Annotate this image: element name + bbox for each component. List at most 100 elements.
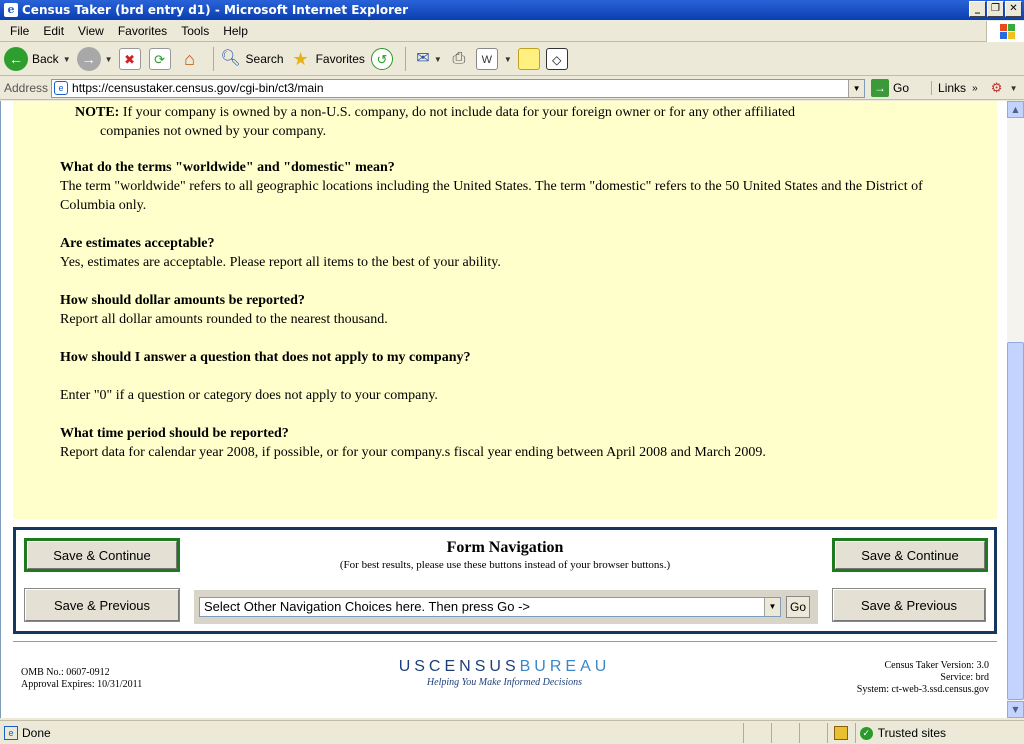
menu-view[interactable]: View: [71, 24, 111, 38]
security-zone[interactable]: [826, 723, 855, 743]
back-button[interactable]: ← Back ▼: [4, 47, 71, 71]
chevron-right-icon[interactable]: »: [972, 83, 978, 94]
dropdown-arrow-icon[interactable]: ▼: [434, 55, 442, 64]
minimize-button[interactable]: _: [969, 1, 986, 17]
save-previous-button-right[interactable]: Save & Previous: [832, 588, 986, 622]
chevron-down-icon[interactable]: ▼: [764, 598, 780, 616]
stop-icon[interactable]: ✖: [118, 48, 141, 70]
vertical-scrollbar[interactable]: ▲ ▼: [1007, 101, 1024, 718]
window-title: Census Taker (brd entry d1) - Microsoft …: [22, 3, 409, 17]
save-previous-label: Save & Previous: [25, 589, 179, 621]
favorites-label: Favorites: [315, 52, 365, 66]
forward-arrow-icon: →: [76, 47, 101, 71]
menu-edit[interactable]: Edit: [36, 24, 71, 38]
logo-us-census: USCENSUS: [398, 658, 520, 675]
form-navigation-panel: Save & Continue Save & Continue Form Nav…: [13, 527, 997, 634]
notes-icon[interactable]: [517, 48, 540, 70]
address-go-button[interactable]: → Go: [871, 79, 909, 97]
toolbar-separator: [404, 47, 406, 71]
page-icon: e: [54, 81, 69, 95]
restore-button[interactable]: ❐: [987, 1, 1004, 17]
zone-label: Trusted sites: [877, 726, 946, 740]
answer: The term "worldwide" refers to all geogr…: [60, 179, 923, 213]
back-label: Back: [32, 52, 59, 66]
edit-icon[interactable]: W: [475, 48, 498, 70]
extension-icon[interactable]: ⚙: [986, 77, 1008, 99]
dropdown-arrow-icon[interactable]: ▼: [1010, 84, 1018, 93]
refresh-icon[interactable]: ⟳: [148, 48, 171, 70]
lock-icon: [833, 726, 848, 740]
favorites-button[interactable]: ★ Favorites: [290, 48, 365, 70]
status-cell: [770, 723, 797, 743]
question: Are estimates acceptable?: [60, 236, 215, 251]
note-text-continued: companies not owned by your company.: [100, 124, 327, 139]
back-arrow-icon: ←: [4, 47, 28, 71]
home-icon[interactable]: ⌂: [179, 48, 201, 70]
menu-favorites[interactable]: Favorites: [111, 24, 174, 38]
window-controls: _ ❐ ✕: [969, 1, 1022, 17]
note-block: NOTE: If your company is owned by a non-…: [75, 103, 875, 141]
scroll-up-icon[interactable]: ▲: [1007, 101, 1024, 118]
search-icon: 🔍︎: [220, 50, 241, 67]
status-cell: [742, 723, 769, 743]
qa-item: How should I answer a question that does…: [60, 348, 940, 405]
save-previous-label: Save & Previous: [833, 589, 985, 621]
search-label: Search: [245, 52, 284, 66]
print-icon[interactable]: ⎙: [448, 48, 470, 70]
app-version: Census Taker Version: 3.0: [884, 660, 989, 671]
ie-icon: e: [4, 3, 18, 17]
note-text: If your company is owned by a non-U.S. c…: [122, 105, 796, 120]
form-navigation-subtitle: (For best results, please use these butt…: [339, 559, 671, 571]
navigation-go-button[interactable]: Go: [786, 596, 810, 618]
question: How should dollar amounts be reported?: [60, 293, 305, 308]
history-icon[interactable]: ↺: [370, 48, 393, 70]
qa-item: Are estimates acceptable? Yes, estimates…: [60, 234, 940, 272]
form-navigation-title: Form Navigation: [446, 539, 564, 556]
qa-item: What do the terms "worldwide" and "domes…: [60, 158, 940, 215]
answer: Report data for calendar year 2008, if p…: [60, 445, 766, 460]
windows-logo-icon: [986, 21, 1024, 42]
title-bar: e Census Taker (brd entry d1) - Microsof…: [0, 0, 1024, 20]
dropdown-arrow-icon[interactable]: ▼: [504, 55, 512, 64]
address-bar: Address e https://censustaker.census.gov…: [0, 77, 1024, 100]
toolbar: ← Back ▼ → ▼ ✖ ⟳ ⌂ 🔍︎ Search ★ Favorites…: [0, 43, 1024, 76]
scroll-down-icon[interactable]: ▼: [1007, 701, 1024, 718]
note-label: NOTE:: [75, 105, 120, 120]
menu-file[interactable]: File: [3, 24, 36, 38]
page-done-icon: e: [4, 725, 18, 740]
forward-button[interactable]: → ▼: [76, 47, 113, 71]
address-url: https://censustaker.census.gov/cgi-bin/c…: [72, 81, 324, 95]
qa-item: What time period should be reported? Rep…: [60, 424, 940, 462]
navigation-select[interactable]: Select Other Navigation Choices here. Th…: [199, 597, 781, 617]
answer: Enter "0" if a question or category does…: [60, 388, 438, 403]
check-icon: ✓: [859, 726, 873, 740]
links-button[interactable]: Links: [931, 81, 966, 95]
status-text: Done: [22, 725, 51, 740]
menu-tools[interactable]: Tools: [174, 24, 216, 38]
save-previous-button-left[interactable]: Save & Previous: [24, 588, 180, 622]
question: What time period should be reported?: [60, 426, 289, 441]
close-button[interactable]: ✕: [1005, 1, 1022, 17]
help-content: NOTE: If your company is owned by a non-…: [13, 101, 997, 519]
answer: Yes, estimates are acceptable. Please re…: [60, 255, 501, 270]
status-zones: ✓ Trusted sites: [741, 721, 1024, 744]
scrollbar-thumb[interactable]: [1007, 342, 1024, 700]
dropdown-arrow-icon[interactable]: ▼: [105, 55, 113, 64]
status-cell: [798, 723, 825, 743]
qa-item: How should dollar amounts be reported? R…: [60, 291, 940, 329]
star-icon: ★: [292, 49, 309, 69]
system: System: ct-web-3.ssd.census.gov: [856, 684, 989, 695]
menu-help[interactable]: Help: [216, 24, 255, 38]
search-button[interactable]: 🔍︎ Search: [220, 48, 284, 70]
address-dropdown-icon[interactable]: ▼: [848, 79, 865, 97]
address-input[interactable]: e https://censustaker.census.gov/cgi-bin…: [51, 78, 866, 98]
navigation-select-group: Select Other Navigation Choices here. Th…: [194, 590, 818, 624]
mail-icon[interactable]: ✉: [412, 48, 434, 70]
answer: Report all dollar amounts rounded to the…: [60, 312, 388, 327]
dropdown-arrow-icon[interactable]: ▼: [63, 55, 71, 64]
page-footer: OMB No.: 0607-0912 Approval Expires: 10/…: [1, 642, 1007, 718]
toolbar-separator: [212, 47, 214, 71]
trusted-zone[interactable]: ✓ Trusted sites: [854, 723, 1024, 743]
messenger-icon[interactable]: ◇: [545, 48, 568, 70]
service: Service: brd: [940, 672, 989, 683]
